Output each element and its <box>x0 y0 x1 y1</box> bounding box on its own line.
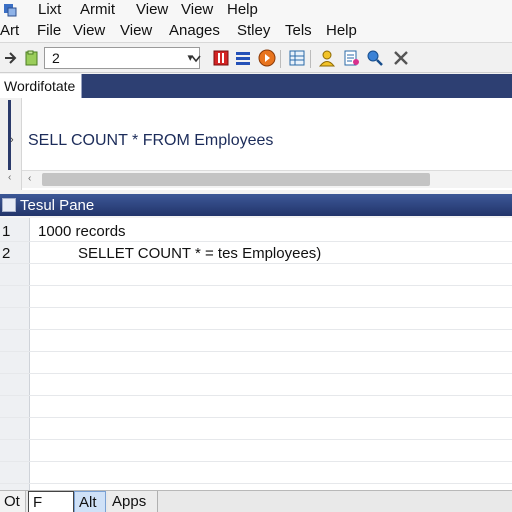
stop-icon[interactable] <box>211 48 231 68</box>
results-pane-icon <box>2 198 16 212</box>
empty-row <box>0 264 512 286</box>
table-row[interactable]: 2 SELLET COUNT * = tes Employees) <box>0 242 512 264</box>
status-tab[interactable]: Ot <box>0 491 26 512</box>
editor-gutter: › ‹ <box>0 98 22 190</box>
app-icon[interactable] <box>3 3 17 17</box>
tab-alt[interactable]: Alt <box>74 491 106 512</box>
dropdown-icon[interactable] <box>186 48 206 68</box>
menu-item-view-2[interactable]: View <box>181 1 213 18</box>
menu-item-file[interactable]: File <box>37 22 61 39</box>
menu-bar-main: Art File View View Anages Stley Tels Hel… <box>0 21 512 43</box>
database-combo-value: 2 <box>52 50 60 66</box>
menu-item-anages[interactable]: Anages <box>169 22 220 39</box>
results-pane-title: Tesul Pane <box>20 196 95 214</box>
list-icon[interactable] <box>233 48 253 68</box>
user-icon[interactable] <box>317 48 337 68</box>
scrollbar-thumb[interactable] <box>42 173 430 186</box>
search-icon[interactable] <box>365 48 385 68</box>
scroll-left-icon[interactable]: ‹ <box>28 173 31 184</box>
menu-item-view-3[interactable]: View <box>73 22 105 39</box>
edit-document-icon[interactable] <box>341 48 361 68</box>
empty-row <box>0 440 512 462</box>
empty-row <box>0 462 512 484</box>
empty-row <box>0 330 512 352</box>
close-icon[interactable] <box>391 48 411 68</box>
menu-item-art[interactable]: Art <box>0 22 19 39</box>
tab-apps[interactable]: Apps <box>108 491 158 512</box>
menu-item-stley[interactable]: Stley <box>237 22 270 39</box>
open-file-icon[interactable] <box>22 48 42 68</box>
menu-item-view-4[interactable]: View <box>120 22 152 39</box>
table-cell[interactable]: 1000 records <box>38 223 126 240</box>
toolbar-separator-2 <box>310 50 311 68</box>
sql-statement[interactable]: SELL COUNT * FROM Employees <box>28 132 273 150</box>
horizontal-scrollbar[interactable]: ‹ <box>22 170 512 188</box>
worksheet-tab-strip: Wordifotate <box>0 74 512 100</box>
empty-row <box>0 396 512 418</box>
navigate-arrow-icon[interactable] <box>2 48 22 68</box>
chevron-right-icon[interactable]: › <box>10 134 14 146</box>
database-combo[interactable]: 2 ▾ <box>44 47 200 69</box>
menu-item-armit[interactable]: Armit <box>80 1 115 18</box>
table-row[interactable]: 1 1000 records <box>0 220 512 242</box>
empty-row <box>0 352 512 374</box>
table-cell[interactable]: SELLET COUNT * = tes Employees) <box>78 245 321 262</box>
menu-item-tels[interactable]: Tels <box>285 22 312 39</box>
grid-icon[interactable] <box>287 48 307 68</box>
bottom-tab-bar: Ot F Alt Apps <box>0 490 512 512</box>
menu-item-help-2[interactable]: Help <box>326 22 357 39</box>
empty-row <box>0 374 512 396</box>
menu-bar-top: Lixt Armit View View Help <box>0 0 512 22</box>
row-number: 1 <box>2 223 11 240</box>
empty-row <box>0 418 512 440</box>
results-grid: 1 1000 records 2 SELLET COUNT * = tes Em… <box>0 218 512 490</box>
menu-item-lixt[interactable]: Lixt <box>38 1 61 18</box>
menu-item-help[interactable]: Help <box>227 1 258 18</box>
tab-f[interactable]: F <box>28 491 74 512</box>
empty-row <box>0 286 512 308</box>
results-pane-header: Tesul Pane <box>0 194 512 216</box>
row-number: 2 <box>2 245 11 262</box>
toolbar-separator <box>280 50 281 68</box>
menu-item-view-1[interactable]: View <box>136 1 168 18</box>
execute-icon[interactable] <box>257 48 277 68</box>
sql-editor[interactable]: › ‹ SELL COUNT * FROM Employees ‹ <box>0 98 512 190</box>
gutter-arrow-icon: ‹ <box>8 172 12 183</box>
tab-worksheet[interactable]: Wordifotate <box>0 74 83 100</box>
empty-row <box>0 308 512 330</box>
